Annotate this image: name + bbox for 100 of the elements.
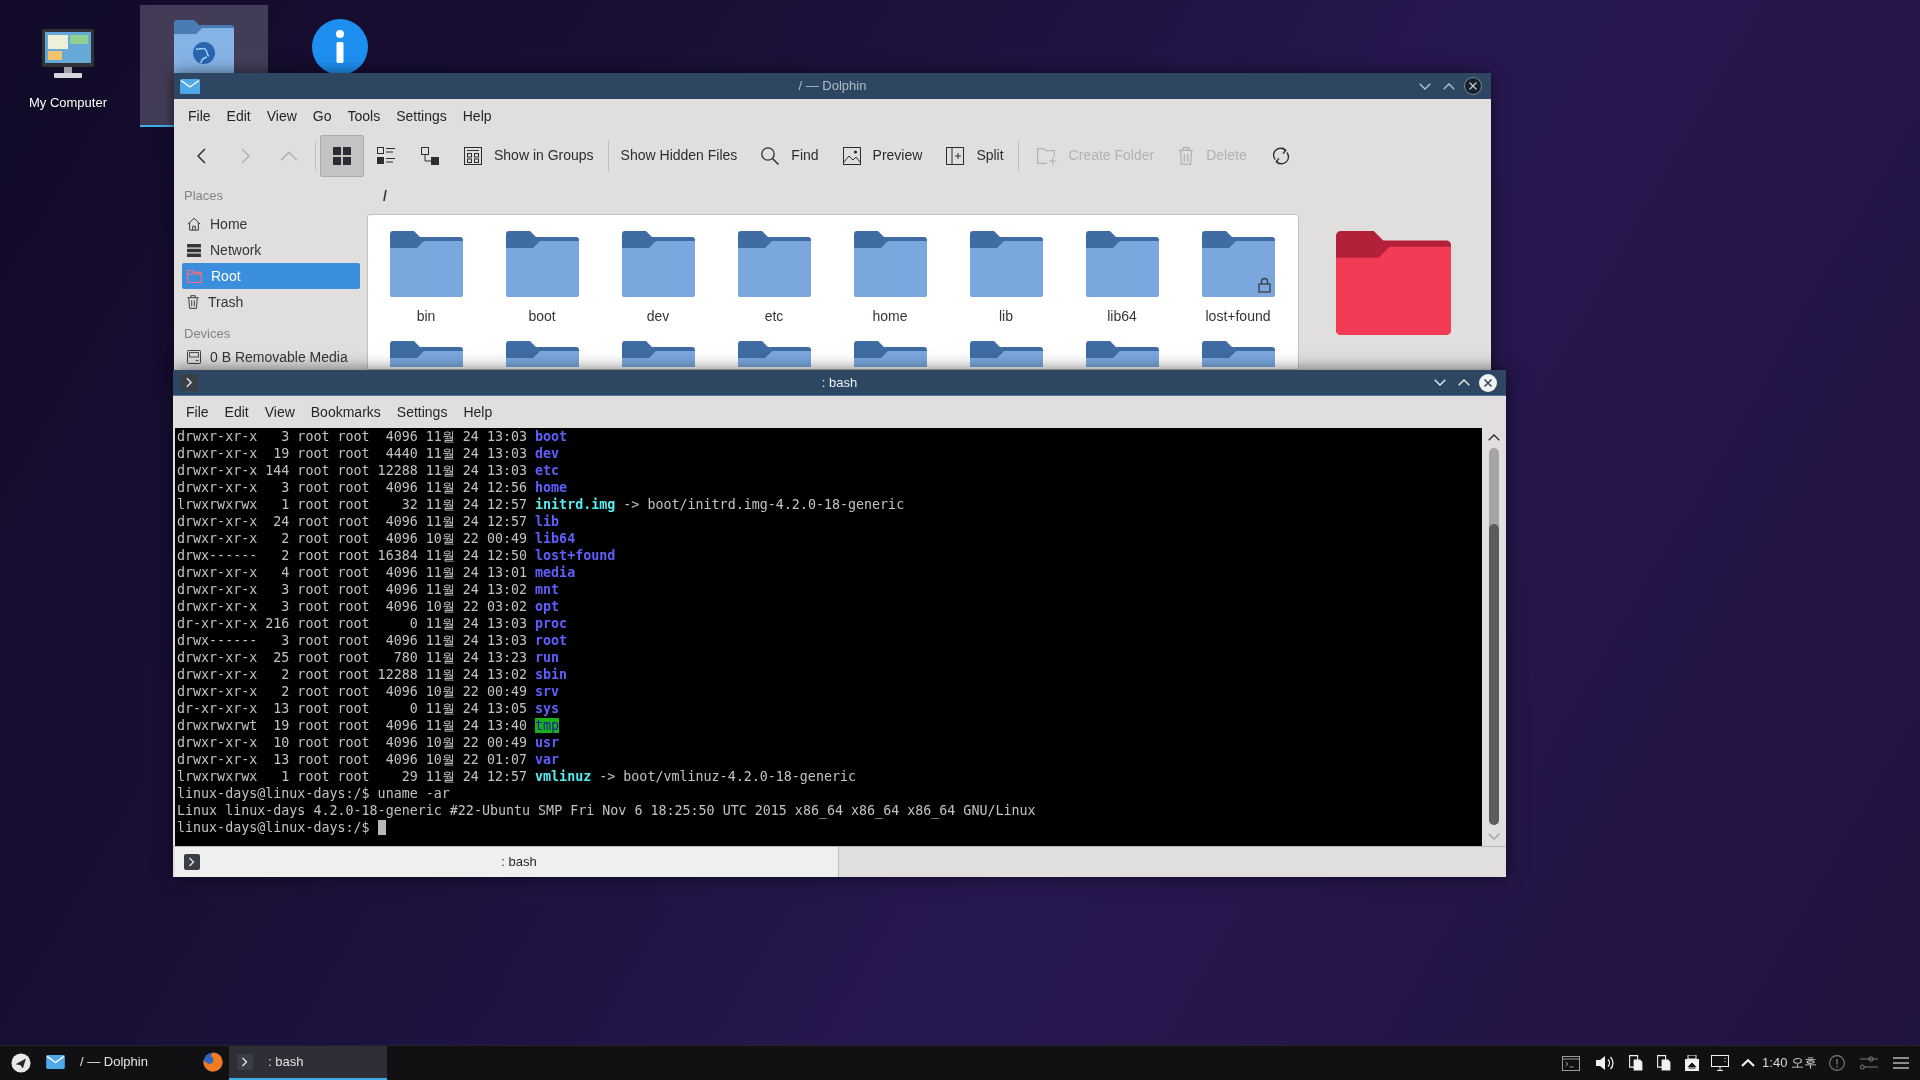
folder-item[interactable]: home (838, 231, 942, 325)
clock[interactable]: 1:40 오후 (1762, 1053, 1817, 1073)
close-button[interactable] (1461, 74, 1485, 98)
split-view-icon (946, 146, 965, 165)
terminal-line: Linux linux-days 4.2.0-18-generic #22-Ubuntu SMP Fri Nov 6 18:25:50 UTC 2015 x86_64 x86_64 x86_64 GNU/Linux (177, 802, 1036, 819)
terminal-line: lrwxrwxrwx 1 root root 29 11월 24 12:57 vmlinuz -> boot/vmlinuz-4.2.0-18-generic (177, 768, 857, 785)
folder-item[interactable]: boot (490, 231, 594, 325)
folder-icon[interactable] (389, 341, 463, 367)
window-title: : bash (821, 373, 858, 392)
menu-logo-icon (11, 1053, 31, 1073)
envelope-icon (180, 78, 200, 94)
tree-icon (421, 146, 439, 165)
volume-icon[interactable] (1595, 1055, 1616, 1071)
trash-icon (187, 295, 199, 309)
terminal-line: linux-days@linux-days:/$ (177, 819, 370, 836)
alert-icon[interactable] (1829, 1055, 1845, 1071)
places-item[interactable]: Network (182, 237, 360, 263)
prompt-icon (184, 854, 200, 870)
location-path[interactable]: / (383, 185, 387, 207)
list-icon (377, 146, 395, 165)
copy-icon[interactable] (1657, 1055, 1672, 1071)
window-title: / — Dolphin (798, 77, 867, 96)
toolbar-button[interactable]: Preview (830, 134, 935, 177)
chevron-down-icon (1419, 82, 1431, 90)
places-item[interactable]: Trash (182, 289, 360, 315)
folder-icon[interactable] (853, 341, 927, 367)
menu-item[interactable]: View (256, 399, 303, 425)
folder-item[interactable]: lib64 (1070, 231, 1174, 325)
folder-icon[interactable] (505, 341, 579, 367)
toolbar-button[interactable]: Show Hidden Files (608, 134, 750, 177)
info-icon (312, 19, 368, 75)
folder-item[interactable]: etc (722, 231, 826, 325)
folder-icon (187, 269, 202, 283)
terminal-line: drwxr-xr-x 2 root root 12288 11월 24 13:02 sbin (177, 666, 568, 683)
chevron-down-icon (1488, 833, 1500, 840)
envelope-icon (46, 1055, 65, 1069)
menu-item[interactable]: Tools (339, 103, 389, 129)
terminal-icon[interactable] (1562, 1055, 1581, 1071)
folder-item[interactable]: lost+found (1186, 231, 1290, 325)
scrollbar-track[interactable] (1489, 448, 1499, 825)
terminal-line: dr-xr-xr-x 216 root root 0 11월 24 13:03 proc (177, 615, 568, 632)
chevron-up-icon (1443, 82, 1455, 90)
menu-item[interactable]: Edit (216, 399, 257, 425)
terminal-line: drwxr-xr-x 2 root root 4096 10월 22 00:49 srv (177, 683, 560, 700)
terminal-line: lrwxrwxrwx 1 root root 32 11월 24 12:57 initrd.img -> boot/initrd.img-4.2.0-18-generic (177, 496, 905, 513)
terminal-line: drwxr-xr-x 10 root root 4096 10월 22 00:49 usr (177, 734, 560, 751)
scroll-up-button[interactable] (1488, 434, 1500, 441)
menu-item[interactable]: Bookmarks (302, 399, 389, 425)
toolbar-button[interactable]: Split (934, 134, 1016, 177)
chevron-up-icon[interactable] (1741, 1059, 1756, 1067)
folder-icon[interactable] (737, 341, 811, 367)
places-item[interactable]: Home (182, 211, 360, 237)
menu-item[interactable]: Settings (388, 399, 456, 425)
menu-item[interactable]: File (180, 103, 219, 129)
folder-icon[interactable] (969, 341, 1043, 367)
section-heading: Devices (183, 325, 232, 343)
trash-icon (1178, 146, 1195, 165)
terminal-line: dr-xr-xr-x 13 root root 0 11월 24 13:05 sys (177, 700, 560, 717)
task-button[interactable]: : bash (229, 1046, 387, 1080)
menu-item[interactable]: Help (454, 103, 500, 129)
terminal-line: drwxr-xr-x 3 root root 4096 11월 24 13:03 boot (177, 428, 568, 445)
scrollbar-thumb[interactable] (1489, 524, 1499, 825)
terminal-line: linux-days@linux-days:/$ uname -ar (177, 785, 450, 802)
folder-icon[interactable] (1085, 341, 1159, 367)
eject-icon[interactable] (1685, 1055, 1700, 1071)
terminal-line: drwxr-xr-x 24 root root 4096 11월 24 12:57 lib (177, 513, 560, 530)
terminal-tab[interactable]: : bash (175, 847, 839, 877)
toolbar-button[interactable]: Find (749, 134, 831, 177)
menu-item[interactable]: Edit (218, 103, 259, 129)
terminal-line: drwxr-xr-x 2 root root 4096 10월 22 00:49 lib64 (177, 530, 576, 547)
menu-item[interactable]: View (258, 103, 305, 129)
folder-icon[interactable] (1201, 341, 1275, 367)
search-icon (761, 146, 780, 165)
toolbar-button[interactable]: Show in Groups (452, 134, 606, 177)
menu-item[interactable]: Help (455, 399, 501, 425)
menu-icon[interactable] (1893, 1057, 1909, 1069)
desktop-shortcut[interactable] (312, 19, 368, 75)
menu-item[interactable]: File (178, 399, 217, 425)
folder-item[interactable]: bin (374, 231, 478, 325)
monitor-icon[interactable] (1711, 1055, 1730, 1071)
chevron-down-icon (1434, 379, 1446, 386)
chevron-up-icon (1488, 434, 1500, 441)
section-heading: Places (183, 187, 225, 205)
menu-item[interactable]: Go (304, 103, 340, 129)
terminal-line: drwxr-xr-x 19 root root 4440 11월 24 13:03 dev (177, 445, 560, 462)
prompt-icon (237, 1054, 253, 1070)
prompt-icon (181, 374, 198, 391)
close-icon (1464, 77, 1482, 95)
copy-icon[interactable] (1629, 1055, 1644, 1071)
sliders-icon[interactable] (1860, 1055, 1878, 1071)
folder-item[interactable]: dev (606, 231, 710, 325)
desktop-shortcut[interactable]: My Computer (29, 29, 107, 111)
folder-icon[interactable] (621, 341, 695, 367)
image-icon (842, 146, 861, 165)
icons-view-button[interactable] (320, 134, 364, 177)
places-item[interactable]: 0 B Removable Media (182, 344, 360, 370)
task-button[interactable]: / — Dolphin (38, 1046, 196, 1080)
menu-item[interactable]: Settings (388, 103, 455, 129)
close-icon (1479, 373, 1497, 392)
folder-item[interactable]: lib (954, 231, 1058, 325)
